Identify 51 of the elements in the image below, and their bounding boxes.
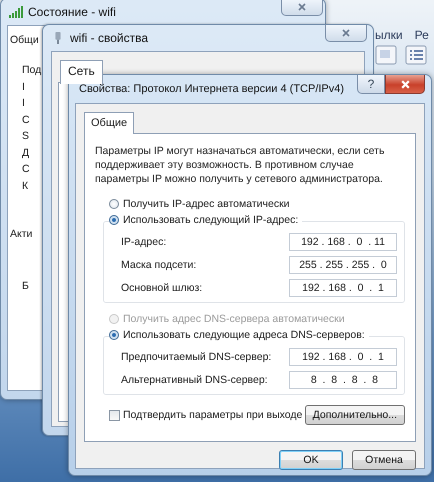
radio-label: Получить адрес DNS-сервера автоматически: [123, 313, 345, 325]
radio-button[interactable]: [109, 199, 119, 209]
label-fragment: I: [22, 96, 26, 111]
label-fragment: S: [22, 129, 30, 144]
advanced-button[interactable]: Дополнительно...: [304, 405, 405, 425]
close-button[interactable]: [281, 0, 323, 16]
field-label: Маска подсети:: [121, 258, 196, 270]
ribbon-tab[interactable]: ылки: [375, 28, 403, 42]
label-fragment: С: [22, 162, 31, 177]
checkbox-label: Подтвердить параметры при выходе: [123, 409, 302, 421]
field-label: IP-адрес:: [121, 236, 166, 248]
ip-address-field[interactable]: 192 . 168 . 0 . 1: [289, 348, 397, 366]
close-icon: [297, 2, 307, 12]
checkbox[interactable]: [109, 410, 120, 420]
radio-label: Получить IP-адрес автоматически: [123, 198, 290, 210]
close-icon: [400, 78, 410, 90]
close-button[interactable]: [325, 25, 367, 42]
ip-address-field[interactable]: 8 . 8 . 8 . 8: [289, 370, 397, 388]
field-label: Предпочитаемый DNS-сервер:: [121, 350, 272, 362]
radio-button[interactable]: [109, 215, 119, 225]
ip-address-field[interactable]: 255 . 255 . 255 . 0: [289, 256, 397, 274]
description-text: Параметры IP могут назначаться автоматически, если сеть поддерживает эту возможность. В противном случае параметры IP можно получить у сетевого администратора.: [95, 144, 386, 186]
ip-address-field[interactable]: 192 . 168 . 0 . 1: [289, 278, 397, 296]
cancel-button[interactable]: Отмена: [352, 450, 416, 470]
ok-button[interactable]: OK: [279, 450, 343, 470]
tab[interactable]: Сеть: [60, 60, 103, 84]
label-fragment: Под: [22, 63, 42, 78]
label-fragment: С: [22, 112, 31, 128]
field-label: Основной шлюз:: [121, 282, 202, 294]
ribbon-tab[interactable]: Ре: [414, 28, 429, 42]
close-icon: [341, 28, 351, 38]
text-icon[interactable]: [375, 45, 397, 65]
radio-button[interactable]: [109, 330, 119, 340]
help-button[interactable]: ?: [357, 75, 385, 94]
label-fragment: I: [22, 80, 26, 94]
label-fragment: К: [22, 178, 30, 194]
window-title: wifi - свойства: [70, 31, 148, 45]
window-title: Состояние - wifi: [28, 5, 116, 19]
field-label: Альтернативный DNS-сервер:: [121, 374, 268, 386]
radio-label: Использовать следующие адреса DNS-серверов:: [123, 329, 365, 341]
list-icon[interactable]: [405, 45, 427, 65]
section-heading: Акти: [10, 228, 32, 240]
label-fragment: Д: [22, 146, 30, 160]
label-fragment: Б: [22, 280, 29, 292]
tab[interactable]: Общи: [10, 34, 39, 46]
radio-label: Использовать следующий IP-адрес:: [123, 214, 298, 226]
window-title: Свойства: Протокол Интернета версии 4 (TCP/IPv4): [79, 83, 344, 95]
tab[interactable]: Общие: [84, 112, 134, 134]
ip-address-field[interactable]: 192 . 168 . 0 . 11: [289, 232, 397, 250]
close-button[interactable]: [385, 75, 425, 94]
signal-icon: [9, 6, 23, 18]
